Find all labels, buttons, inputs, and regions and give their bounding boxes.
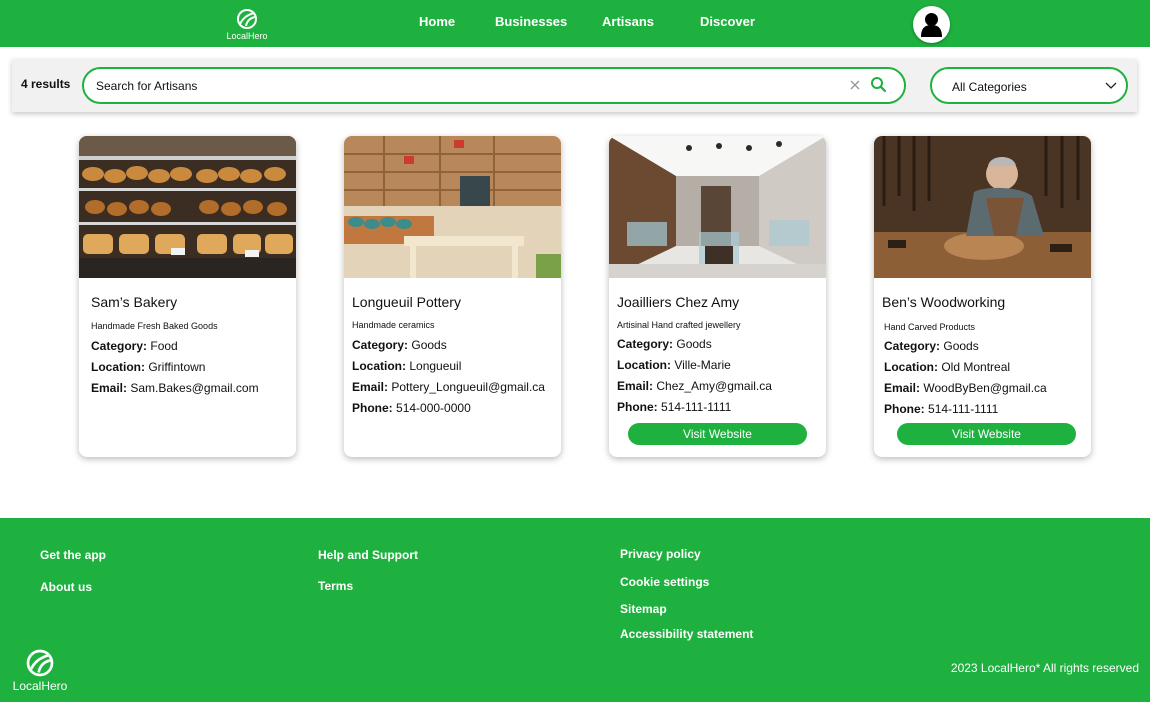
category-value: Goods <box>411 338 447 352</box>
card-location: Location: Griffintown <box>91 360 205 374</box>
avatar-icon <box>921 13 942 37</box>
email-value[interactable]: Pottery_Longueuil@gmail.ca <box>391 380 545 394</box>
location-value: Old Montreal <box>941 360 1011 374</box>
nav-businesses[interactable]: Businesses <box>495 14 567 29</box>
card-email: Email: Pottery_Longueuil@gmail.ca <box>352 380 545 394</box>
card-image-jewellery <box>609 136 826 278</box>
card-title: Joailliers Chez Amy <box>617 294 740 310</box>
top-navigation: LocalHero Home Businesses Artisans Disco… <box>0 0 1150 47</box>
email-label: Email: <box>352 380 389 394</box>
nav-artisans[interactable]: Artisans <box>602 14 654 29</box>
location-label: Location: <box>352 359 406 373</box>
search-input[interactable]: Search for Artisans <box>82 67 906 104</box>
card-body: Longueuil Pottery Handmade ceramics Cate… <box>344 278 561 457</box>
search-bar: 4 results Search for Artisans All Catego… <box>12 59 1137 112</box>
location-label: Location: <box>91 360 145 374</box>
phone-label: Phone: <box>617 400 658 414</box>
card-email: Email: Chez_Amy@gmail.ca <box>617 379 772 393</box>
category-value: Goods <box>943 339 979 353</box>
nav-discover[interactable]: Discover <box>700 14 755 29</box>
category-value: Food <box>150 339 178 353</box>
phone-value[interactable]: 514-111-1111 <box>928 402 998 416</box>
category-label: Category: <box>352 338 409 352</box>
search-icon[interactable] <box>870 76 887 93</box>
email-value[interactable]: Chez_Amy@gmail.ca <box>656 379 772 393</box>
email-label: Email: <box>91 381 128 395</box>
category-value: Goods <box>676 337 712 351</box>
card-image-pottery <box>344 136 561 278</box>
artisan-card-bens-woodworking[interactable]: Ben’s Woodworking Hand Carved Products C… <box>874 136 1091 457</box>
footer-link-sitemap[interactable]: Sitemap <box>620 602 667 616</box>
category-label: Category: <box>617 337 674 351</box>
results-count: 4 results <box>21 77 71 91</box>
card-title: Sam’s Bakery <box>91 294 178 310</box>
card-image-bakery <box>79 136 296 278</box>
artisan-card-sams-bakery[interactable]: Sam’s Bakery Handmade Fresh Baked Goods … <box>79 136 296 457</box>
location-label: Location: <box>617 358 671 372</box>
visit-website-button[interactable]: Visit Website <box>628 423 807 445</box>
card-category: Category: Food <box>91 339 178 353</box>
email-value[interactable]: Sam.Bakes@gmail.com <box>130 381 258 395</box>
email-label: Email: <box>617 379 654 393</box>
card-title: Longueuil Pottery <box>352 294 461 310</box>
card-description: Artisinal Hand crafted jewellery <box>617 320 741 330</box>
chevron-down-icon <box>1105 82 1117 89</box>
phone-value[interactable]: 514-000-0000 <box>396 401 471 415</box>
location-value: Longueuil <box>409 359 462 373</box>
search-input-text: Search for Artisans <box>96 79 198 93</box>
location-label: Location: <box>884 360 938 374</box>
location-value: Griffintown <box>148 360 206 374</box>
clear-icon[interactable] <box>848 78 862 92</box>
phone-value[interactable]: 514-111-1111 <box>661 400 731 414</box>
card-description: Hand Carved Products <box>884 322 976 332</box>
footer-link-about-us[interactable]: About us <box>40 580 92 594</box>
footer-link-privacy-policy[interactable]: Privacy policy <box>620 547 701 561</box>
user-avatar[interactable] <box>913 6 950 43</box>
location-value: Ville-Marie <box>674 358 731 372</box>
copyright-text: 2023 LocalHero* All rights reserved <box>950 661 1139 675</box>
phone-label: Phone: <box>352 401 393 415</box>
card-description: Handmade ceramics <box>352 320 435 330</box>
card-location: Location: Longueuil <box>352 359 461 373</box>
card-body: Sam’s Bakery Handmade Fresh Baked Goods … <box>79 278 296 457</box>
category-label: Category: <box>91 339 148 353</box>
card-category: Category: Goods <box>352 338 447 352</box>
category-dropdown[interactable]: All Categories <box>930 67 1128 104</box>
card-email: Email: WoodByBen@gmail.ca <box>884 381 1047 395</box>
footer-logo[interactable]: LocalHero <box>8 648 72 693</box>
card-image-woodworking <box>874 136 1091 278</box>
footer-link-terms[interactable]: Terms <box>318 579 353 593</box>
phone-label: Phone: <box>884 402 925 416</box>
card-phone: Phone: 514-111-1111 <box>617 400 731 414</box>
card-category: Category: Goods <box>617 337 712 351</box>
email-value[interactable]: WoodByBen@gmail.ca <box>923 381 1046 395</box>
card-description: Handmade Fresh Baked Goods <box>91 321 218 331</box>
card-location: Location: Old Montreal <box>884 360 1010 374</box>
category-label: Category: <box>884 339 941 353</box>
visit-website-button[interactable]: Visit Website <box>897 423 1076 445</box>
localhero-logo-icon <box>237 9 257 29</box>
footer-logo-text: LocalHero <box>12 679 68 693</box>
footer-link-help-and-support[interactable]: Help and Support <box>318 548 418 562</box>
card-phone: Phone: 514-000-0000 <box>352 401 471 415</box>
nav-home[interactable]: Home <box>419 14 455 29</box>
artisan-card-joailliers-chez-amy[interactable]: Joailliers Chez Amy Artisinal Hand craft… <box>609 136 826 457</box>
card-email: Email: Sam.Bakes@gmail.com <box>91 381 259 395</box>
card-location: Location: Ville-Marie <box>617 358 731 372</box>
localhero-logo-icon <box>26 649 54 677</box>
email-label: Email: <box>884 381 921 395</box>
footer-link-accessibility-statement[interactable]: Accessibility statement <box>620 627 753 641</box>
header-logo[interactable]: LocalHero <box>223 8 271 41</box>
category-dropdown-value: All Categories <box>952 80 1027 94</box>
card-category: Category: Goods <box>884 339 979 353</box>
footer: Get the app About us Help and Support Te… <box>0 518 1150 702</box>
card-phone: Phone: 514-111-1111 <box>884 402 998 416</box>
footer-link-get-the-app[interactable]: Get the app <box>40 548 106 562</box>
artisan-card-longueuil-pottery[interactable]: Longueuil Pottery Handmade ceramics Cate… <box>344 136 561 457</box>
header-logo-text: LocalHero <box>226 31 268 41</box>
footer-link-cookie-settings[interactable]: Cookie settings <box>620 575 709 589</box>
card-title: Ben’s Woodworking <box>882 294 1006 310</box>
